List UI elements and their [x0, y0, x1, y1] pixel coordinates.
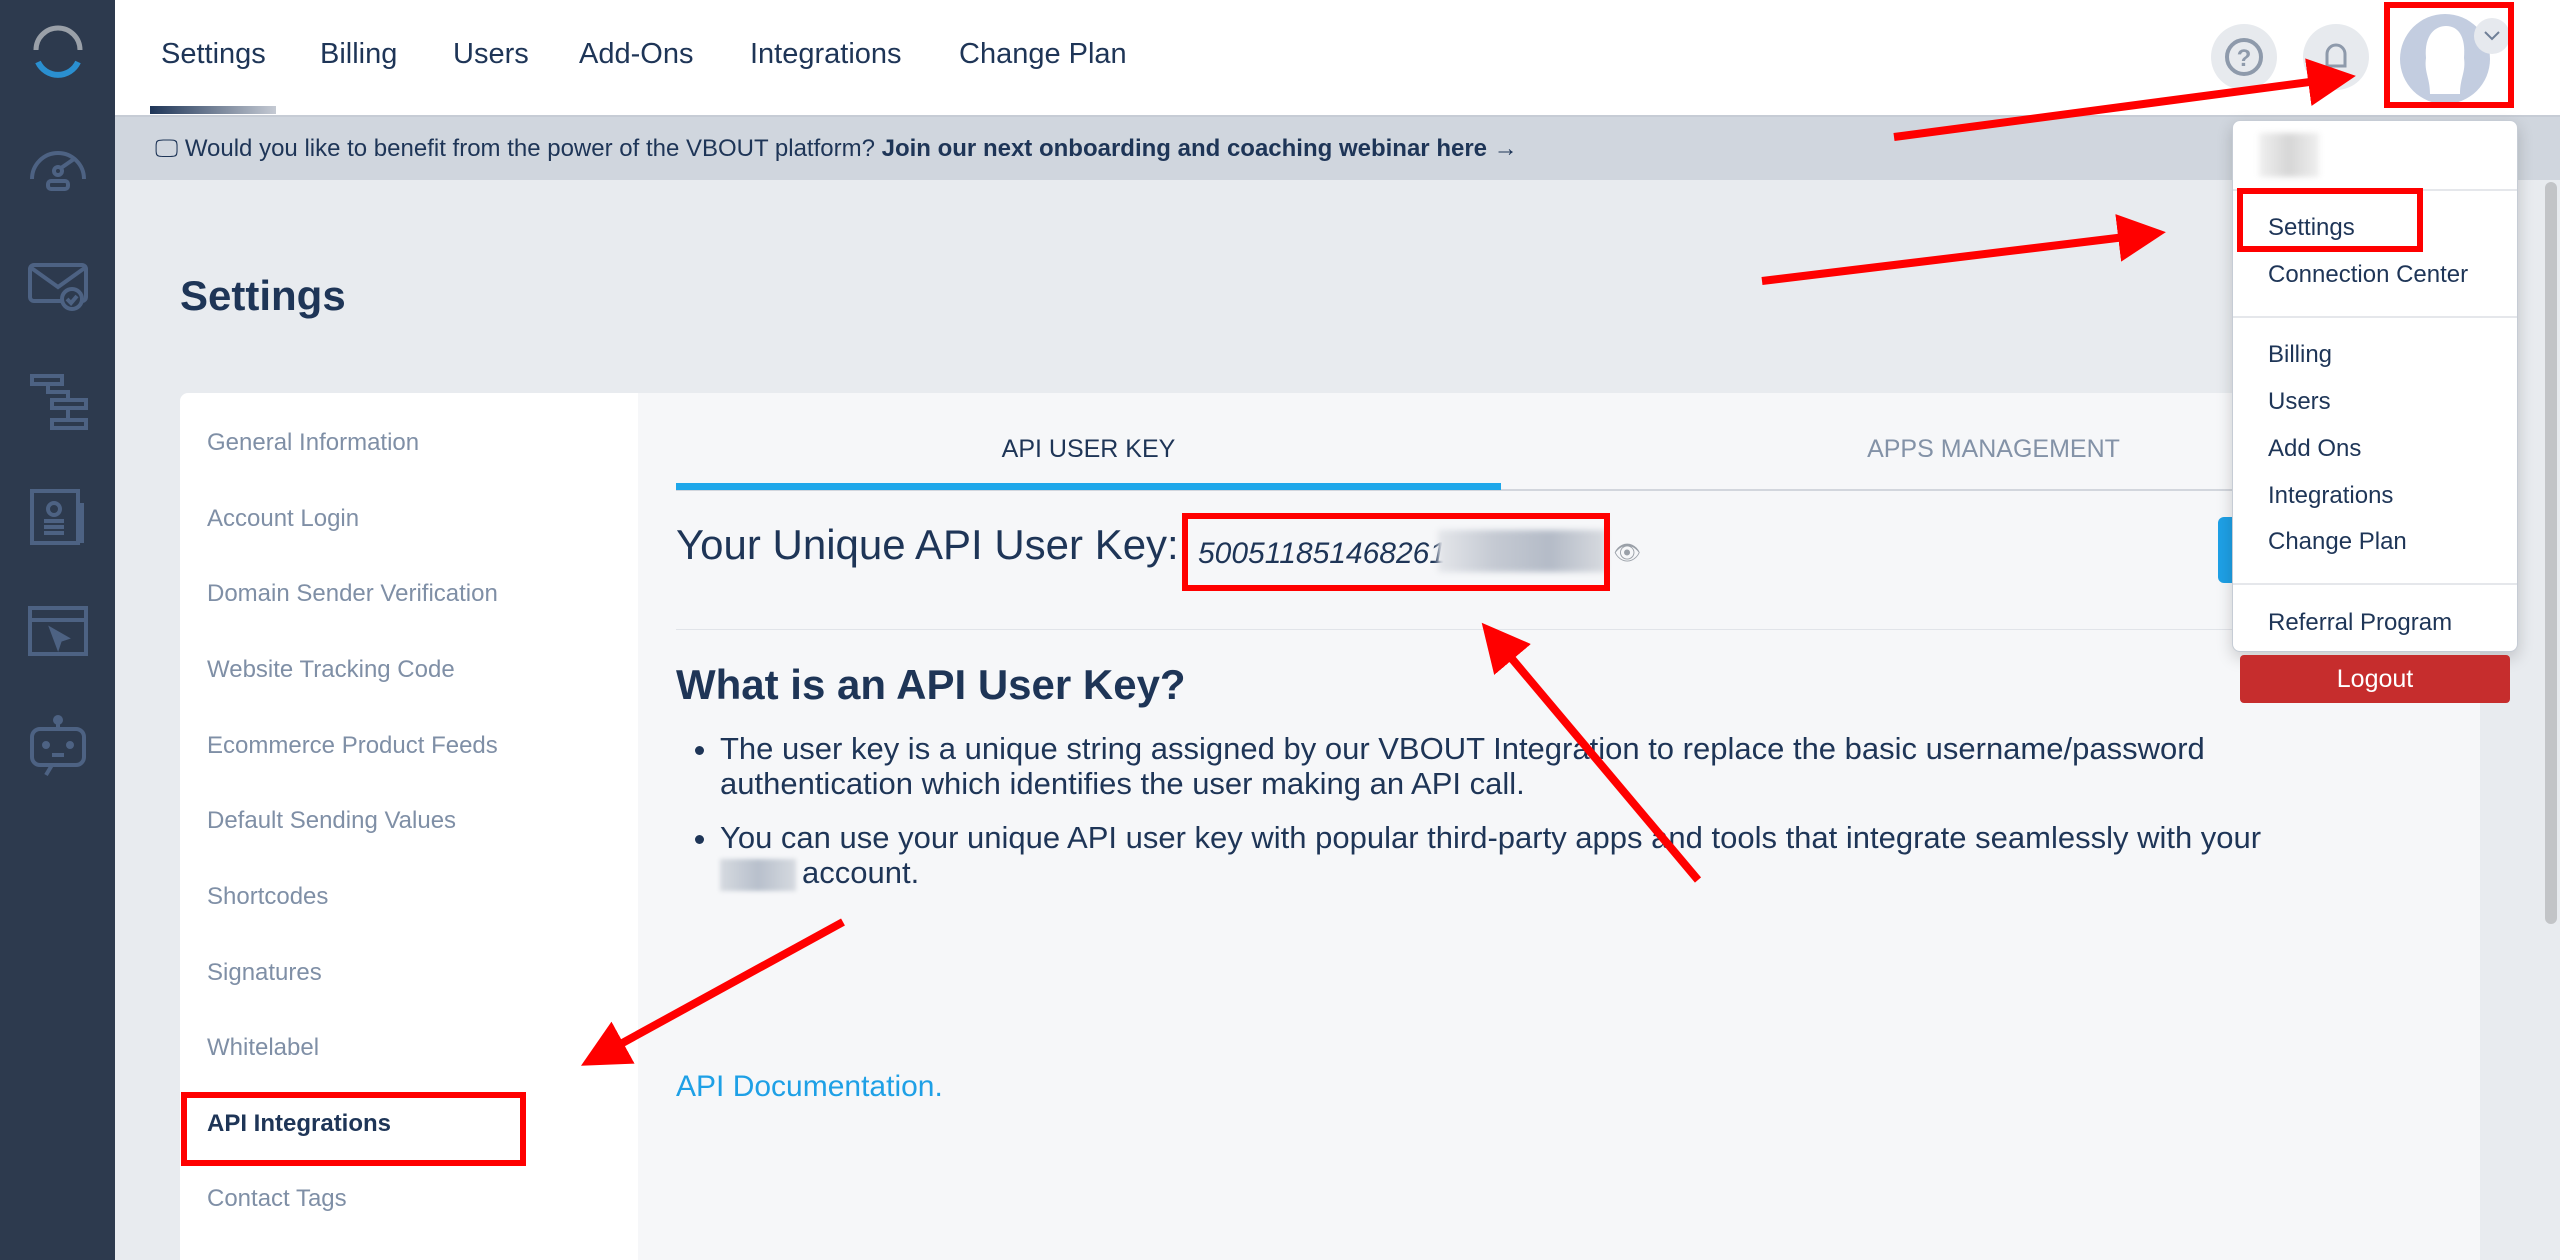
dropdown-item-change-plan[interactable]: Change Plan: [2268, 528, 2407, 556]
chatbot-icon[interactable]: [26, 715, 90, 779]
menu-item-general-information[interactable]: General Information: [207, 429, 419, 457]
top-nav: Settings Billing Users Add-Ons Integrati…: [115, 0, 2560, 115]
api-documentation-link[interactable]: API Documentation.: [676, 1070, 943, 1104]
help-button[interactable]: ?: [2211, 24, 2277, 90]
page-scrollbar[interactable]: [2545, 182, 2557, 924]
annotation-box-settings: [2237, 188, 2423, 252]
section-heading: What is an API User Key?: [676, 661, 1186, 708]
menu-item-signatures[interactable]: Signatures: [207, 959, 322, 987]
dropdown-item-users[interactable]: Users: [2268, 388, 2331, 416]
menu-item-shortcodes[interactable]: Shortcodes: [207, 883, 328, 911]
list-item-suffix: account.: [802, 855, 920, 890]
tab-add-ons[interactable]: Add-Ons: [579, 38, 693, 71]
contacts-icon[interactable]: [26, 485, 90, 549]
tab-integrations[interactable]: Integrations: [750, 38, 902, 71]
tab-change-plan[interactable]: Change Plan: [959, 38, 1127, 71]
tab-users[interactable]: Users: [453, 38, 529, 71]
info-list: The user key is a unique string assigned…: [720, 731, 2320, 910]
bell-icon: [2325, 43, 2347, 68]
annotation-box-api-key: [1182, 513, 1610, 591]
menu-item-contact-tags[interactable]: Contact Tags: [207, 1185, 347, 1213]
logo-icon[interactable]: [26, 20, 90, 84]
toggle-visibility-icon[interactable]: 👁: [1613, 540, 1641, 566]
dashboard-gauge-icon[interactable]: [26, 135, 90, 199]
menu-item-ecommerce-product-feeds[interactable]: Ecommerce Product Feeds: [207, 732, 498, 760]
logout-button[interactable]: Logout: [2240, 655, 2510, 703]
dropdown-divider: [2233, 583, 2517, 585]
arrow-to-settings: [1761, 214, 2166, 285]
divider: [676, 629, 2486, 630]
annotation-box-avatar: [2384, 2, 2514, 108]
question-circle-icon: ?: [2225, 38, 2263, 76]
tab-api-user-key[interactable]: API USER KEY: [676, 435, 1501, 464]
dropdown-divider: [2233, 316, 2517, 318]
menu-item-default-sending-values[interactable]: Default Sending Values: [207, 807, 456, 835]
active-tab-underline: [676, 483, 1501, 490]
email-check-icon[interactable]: [26, 255, 90, 319]
list-item: The user key is a unique string assigned…: [720, 731, 2320, 801]
workflow-icon[interactable]: [26, 370, 90, 434]
dropdown-item-connection-center[interactable]: Connection Center: [2268, 261, 2468, 289]
dropdown-item-add-ons[interactable]: Add Ons: [2268, 435, 2361, 463]
menu-item-website-tracking-code[interactable]: Website Tracking Code: [207, 656, 455, 684]
menu-item-whitelabel[interactable]: Whitelabel: [207, 1034, 319, 1062]
monitor-icon: 🖵: [155, 135, 179, 162]
dropdown-item-referral-program[interactable]: Referral Program: [2268, 609, 2452, 637]
page-title: Settings: [180, 272, 346, 319]
redacted-username: [2259, 133, 2319, 177]
dropdown-item-integrations[interactable]: Integrations: [2268, 482, 2393, 510]
redacted-brand: [720, 858, 796, 891]
tab-settings[interactable]: Settings: [161, 38, 266, 71]
svg-text:?: ?: [2237, 45, 2252, 72]
list-item-text: You can use your unique API user key wit…: [720, 820, 2262, 855]
webinar-banner: 🖵 Would you like to benefit from the pow…: [115, 115, 2560, 180]
list-item: You can use your unique API user key wit…: [720, 820, 2320, 891]
notifications-button[interactable]: [2303, 24, 2369, 90]
menu-item-account-login[interactable]: Account Login: [207, 505, 359, 533]
website-cursor-icon[interactable]: [26, 600, 90, 664]
api-key-label: Your Unique API User Key:: [676, 521, 1179, 568]
annotation-box-api-integrations: [181, 1092, 526, 1166]
banner-text: Would you like to benefit from the power…: [184, 135, 875, 162]
tab-billing[interactable]: Billing: [320, 38, 397, 71]
icon-rail: [0, 0, 115, 1260]
menu-item-domain-sender-verification[interactable]: Domain Sender Verification: [207, 580, 498, 608]
active-tab-indicator: [150, 106, 276, 114]
webinar-link[interactable]: Join our next onboarding and coaching we…: [882, 135, 1518, 162]
dropdown-item-billing[interactable]: Billing: [2268, 341, 2332, 369]
